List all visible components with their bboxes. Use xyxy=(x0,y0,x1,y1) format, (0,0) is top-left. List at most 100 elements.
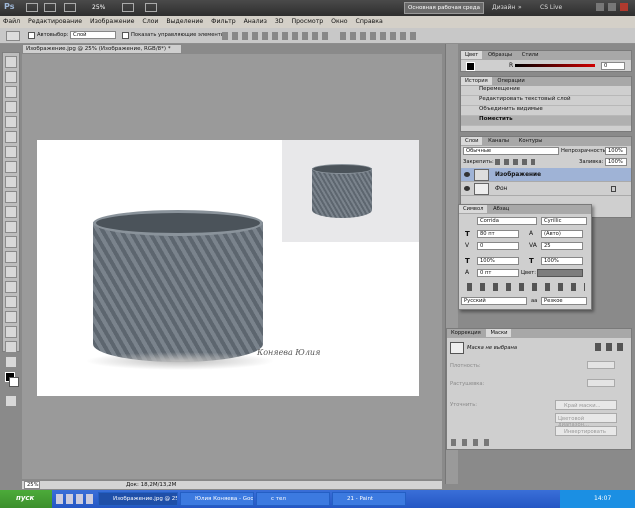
menu-edit[interactable]: Редактирование xyxy=(25,16,85,27)
eye-icon[interactable] xyxy=(464,172,470,177)
tracking-input[interactable]: 25 xyxy=(541,242,583,250)
extras-icon[interactable] xyxy=(64,3,76,12)
maximize-button[interactable] xyxy=(607,3,616,11)
eraser-tool-icon[interactable] xyxy=(5,206,17,218)
tab-layers[interactable]: Слои xyxy=(461,137,483,145)
vertical-scale-input[interactable]: 100% xyxy=(477,257,519,265)
text-color-swatch[interactable] xyxy=(537,269,583,277)
quick-select-tool-icon[interactable] xyxy=(5,101,17,113)
kerning-input[interactable]: 0 xyxy=(477,242,519,250)
start-button[interactable]: пуск xyxy=(0,490,52,508)
marquee-tool-icon[interactable] xyxy=(5,71,17,83)
mini-bridge-icon[interactable] xyxy=(44,3,56,12)
autoselect-select[interactable]: Слой xyxy=(70,31,116,39)
bridge-icon[interactable] xyxy=(26,3,38,12)
font-family-select[interactable]: Corrida xyxy=(477,217,537,225)
pen-tool-icon[interactable] xyxy=(5,266,17,278)
healing-brush-tool-icon[interactable] xyxy=(5,146,17,158)
antialias-select[interactable]: Резкое xyxy=(541,297,587,305)
arrange-documents-icon[interactable] xyxy=(145,3,157,12)
eyedropper-tool-icon[interactable] xyxy=(5,131,17,143)
menu-window[interactable]: Окно xyxy=(328,16,350,27)
r-slider[interactable] xyxy=(515,64,595,67)
layer-name[interactable]: Изображение xyxy=(495,172,541,178)
history-brush-tool-icon[interactable] xyxy=(5,191,17,203)
r-value[interactable]: 0 xyxy=(601,62,625,70)
menu-layers[interactable]: Слои xyxy=(139,16,161,27)
gradient-tool-icon[interactable] xyxy=(5,221,17,233)
layer-row[interactable]: Изображение xyxy=(461,168,631,182)
menu-view[interactable]: Просмотр xyxy=(288,16,326,27)
clone-stamp-tool-icon[interactable] xyxy=(5,176,17,188)
menu-file[interactable]: Файл xyxy=(0,16,23,27)
history-item[interactable]: Перемещение xyxy=(461,86,631,96)
layer-row[interactable]: Фон xyxy=(461,182,631,196)
shape-tool-icon[interactable] xyxy=(5,311,17,323)
placed-image[interactable] xyxy=(282,140,419,242)
baseline-input[interactable]: 0 пт xyxy=(477,269,519,277)
more-workspaces-icon[interactable]: » xyxy=(518,4,522,11)
mask-edge-button[interactable]: Край маски... xyxy=(555,400,617,410)
task-browser[interactable]: Юлия Коняева - Goo... xyxy=(180,492,254,506)
task-photoshop[interactable]: Изображение.jpg @ 25... xyxy=(98,492,178,506)
color-panel-swatch[interactable] xyxy=(466,62,475,71)
history-item[interactable]: Объединить видимые xyxy=(461,106,631,116)
color-swatches[interactable] xyxy=(3,372,19,392)
workspace-button[interactable]: Основная рабочая среда xyxy=(404,2,484,14)
zoom-level[interactable]: 25% xyxy=(92,4,105,11)
menu-analysis[interactable]: Анализ xyxy=(241,16,270,27)
tab-actions[interactable]: Операции xyxy=(493,77,528,85)
tab-styles[interactable]: Стили xyxy=(518,51,543,59)
3d-rotate-tool-icon[interactable] xyxy=(5,326,17,338)
mask-type-icons[interactable] xyxy=(595,343,623,351)
move-tool-preset-icon[interactable] xyxy=(6,31,20,41)
tab-channels[interactable]: Каналы xyxy=(484,137,513,145)
minimize-button[interactable] xyxy=(596,3,604,11)
design-workspace[interactable]: Дизайн xyxy=(492,4,515,11)
tab-adjustments[interactable]: Коррекция xyxy=(447,329,485,337)
tab-swatches[interactable]: Образцы xyxy=(484,51,516,59)
brush-tool-icon[interactable] xyxy=(5,161,17,173)
tab-character[interactable]: Символ xyxy=(459,205,488,213)
document-tab[interactable]: Изображение.jpg @ 25% (Изображение, RGB/… xyxy=(22,44,182,54)
distribute-icons[interactable] xyxy=(340,32,420,40)
tab-masks[interactable]: Маски xyxy=(486,329,512,337)
opacity-value[interactable]: 100% xyxy=(605,147,627,155)
hand-tool-icon[interactable] xyxy=(5,341,17,353)
quick-mask-icon[interactable] xyxy=(5,395,17,407)
history-item[interactable]: Редактировать текстовый слой xyxy=(461,96,631,106)
lasso-tool-icon[interactable] xyxy=(5,86,17,98)
move-tool-icon[interactable] xyxy=(5,56,17,68)
tab-history[interactable]: История xyxy=(461,77,492,85)
invert-button[interactable]: Инвертировать xyxy=(555,426,617,436)
font-script-select[interactable]: Cyrillic xyxy=(541,217,587,225)
font-size-input[interactable]: 80 пт xyxy=(477,230,519,238)
task-paint[interactable]: 21 - Paint xyxy=(332,492,406,506)
dodge-tool-icon[interactable] xyxy=(5,251,17,263)
density-input[interactable] xyxy=(587,361,615,369)
blur-tool-icon[interactable] xyxy=(5,236,17,248)
status-zoom[interactable]: 25% xyxy=(24,481,40,489)
color-range-button[interactable]: Цветовой диапазон... xyxy=(555,413,617,428)
history-item-active[interactable]: Поместить xyxy=(461,116,631,126)
show-controls-checkbox[interactable] xyxy=(122,32,129,39)
leading-input[interactable]: (Авто) xyxy=(541,230,583,238)
horizontal-scale-input[interactable]: 100% xyxy=(541,257,583,265)
blend-mode-select[interactable]: Обычные xyxy=(463,147,559,155)
menu-3d[interactable]: 3D xyxy=(272,16,287,27)
task-folder[interactable]: с тел xyxy=(256,492,330,506)
tab-color[interactable]: Цвет xyxy=(461,51,483,59)
zoom-tool-icon[interactable] xyxy=(5,356,17,368)
background-color[interactable] xyxy=(9,377,19,387)
layer-name[interactable]: Фон xyxy=(495,186,507,192)
autoselect-checkbox[interactable] xyxy=(28,32,35,39)
close-button[interactable] xyxy=(619,3,628,11)
menu-image[interactable]: Изображение xyxy=(87,16,138,27)
tab-paragraph[interactable]: Абзац xyxy=(489,205,513,213)
feather-input[interactable] xyxy=(587,379,615,387)
document-canvas[interactable]: Коняева Юлия xyxy=(37,140,419,396)
canvas-area[interactable]: Коняева Юлия xyxy=(22,54,442,479)
type-tool-icon[interactable] xyxy=(5,281,17,293)
eye-icon[interactable] xyxy=(464,186,470,191)
tab-paths[interactable]: Контуры xyxy=(515,137,547,145)
